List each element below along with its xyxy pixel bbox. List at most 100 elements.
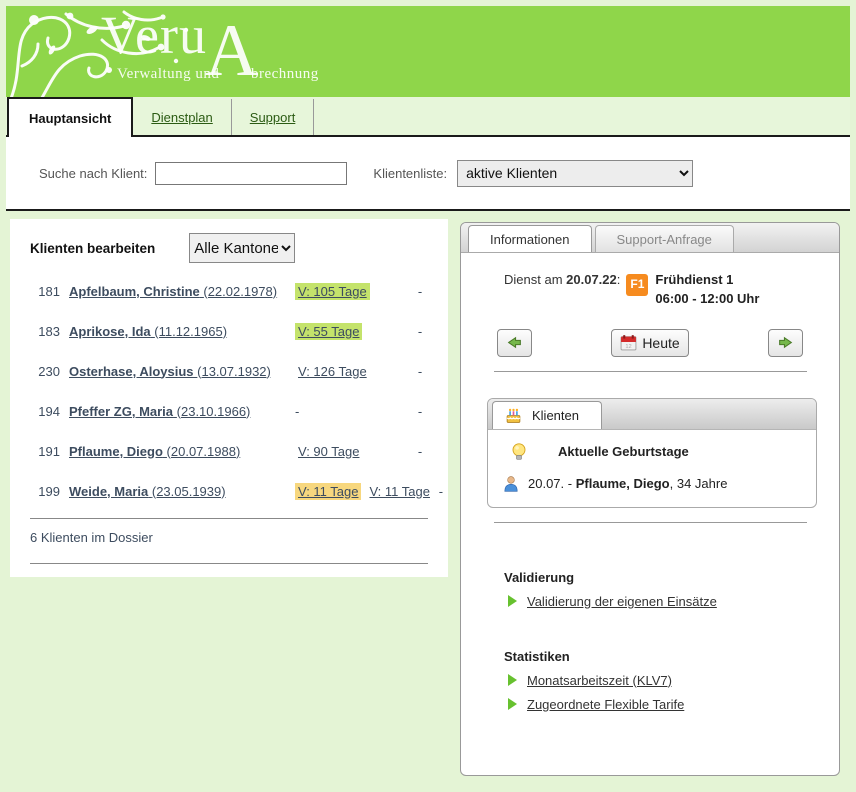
info-panel: InformationenSupport-Anfrage Dienst am 2…: [460, 222, 840, 776]
client-row: 194 Pfeffer ZG, Maria (23.10.1966) - -: [30, 391, 428, 431]
date-nav-row: 12 Heute: [461, 329, 839, 357]
birthday-entry: 20.07. - Pflaume, Diego, 34 Jahre: [528, 476, 727, 491]
tab-link[interactable]: Support: [250, 110, 296, 125]
client-name-link[interactable]: Pfeffer ZG, Maria (23.10.1966): [69, 404, 250, 419]
client-badges: -: [295, 404, 412, 419]
clients-panel-header: Klienten bearbeiten Alle Kantone: [30, 233, 428, 263]
tab-link[interactable]: Dienstplan: [151, 110, 212, 125]
duty-date: 20.07.22: [566, 272, 617, 287]
klienten-box: Klienten Aktuelle Geburtstage: [487, 398, 817, 508]
info-tabbar: InformationenSupport-Anfrage: [461, 223, 839, 253]
client-row: 191 Pflaume, Diego (20.07.1988) V: 90 Ta…: [30, 431, 428, 471]
logo-text-veru: Veru: [101, 6, 207, 66]
triangle-right-icon: [508, 698, 517, 710]
tab-hauptansicht[interactable]: Hauptansicht: [7, 97, 133, 137]
client-name-link[interactable]: Pflaume, Diego (20.07.1988): [69, 444, 240, 459]
client-badges: V: 105 Tage: [295, 283, 412, 300]
verua-logo: Veru A Verwaltung und brechnung: [101, 6, 521, 97]
section-link-row: Zugeordnete Flexible Tarife: [504, 697, 839, 712]
client-dash: -: [412, 404, 428, 419]
birthday-entry-name: Pflaume, Diego: [576, 476, 670, 491]
client-id: 230: [30, 364, 60, 379]
client-name-link[interactable]: Apfelbaum, Christine (22.02.1978): [69, 284, 277, 299]
today-button-label: Heute: [642, 335, 679, 351]
birthday-cake-icon: [505, 407, 522, 424]
info-tab-informationen[interactable]: Informationen: [468, 225, 592, 252]
client-list-label: Klientenliste:: [373, 166, 447, 181]
app-header: Veru A Verwaltung und brechnung: [6, 6, 850, 97]
client-row: 183 Aprikose, Ida (11.12.1965) V: 55 Tag…: [30, 311, 428, 351]
tab-dienstplan[interactable]: Dienstplan: [133, 99, 231, 135]
main-tabbar: Hauptansicht Dienstplan Support: [6, 97, 850, 137]
link-sections: Validierung Validierung der eigenen Einsä…: [461, 570, 839, 712]
info-tab-support-anfrage[interactable]: Support-Anfrage: [595, 225, 734, 252]
vacation-days-link[interactable]: V: 11 Tage: [295, 483, 361, 500]
no-vacation-placeholder: -: [295, 404, 299, 419]
shift-badge: F1: [626, 274, 648, 296]
next-day-button[interactable]: [768, 329, 803, 357]
client-rows: 181 Apfelbaum, Christine (22.02.1978) V:…: [30, 271, 428, 511]
section-link[interactable]: Monatsarbeitszeit (KLV7): [527, 673, 672, 688]
client-name-link[interactable]: Weide, Maria (23.05.1939): [69, 484, 226, 499]
logo-subtitle-left: Verwaltung und: [117, 66, 219, 83]
shift-time: 06:00 - 12:00 Uhr: [655, 290, 759, 309]
klienten-box-body: Aktuelle Geburtstage 20.07. - Pflaume, D…: [488, 430, 816, 507]
vacation-days-link[interactable]: V: 55 Tage: [295, 323, 362, 340]
vacation-days-link[interactable]: V: 126 Tage: [295, 363, 370, 380]
main-area: Klienten bearbeiten Alle Kantone 181 Apf…: [6, 211, 850, 786]
section-link-row: Validierung der eigenen Einsätze: [504, 594, 839, 609]
client-dash: -: [412, 324, 428, 339]
client-name: Aprikose, Ida (11.12.1965): [69, 324, 295, 339]
client-badges: V: 90 Tage: [295, 443, 412, 460]
duty-label: Dienst am 20.07.22:: [504, 271, 620, 290]
person-icon: [502, 475, 520, 493]
shift-info: Frühdienst 1 06:00 - 12:00 Uhr: [655, 271, 759, 309]
triangle-right-icon: [508, 674, 517, 686]
client-badges: V: 11 Tage V: 11 Tage: [295, 483, 433, 500]
klienten-box-tab-label: Klienten: [532, 408, 579, 423]
client-id: 183: [30, 324, 60, 339]
divider: [494, 371, 807, 372]
section-link-row: Monatsarbeitszeit (KLV7): [504, 673, 839, 688]
today-button[interactable]: 12 Heute: [611, 329, 688, 357]
search-label: Suche nach Klient:: [39, 166, 147, 181]
client-name-link[interactable]: Osterhase, Aloysius (13.07.1932): [69, 364, 271, 379]
duty-line: Dienst am 20.07.22: F1 Frühdienst 1 06:0…: [504, 271, 839, 309]
section-title: Validierung: [504, 570, 839, 585]
client-badges: V: 126 Tage: [295, 363, 412, 380]
vacation-days-link[interactable]: V: 90 Tage: [295, 443, 362, 460]
client-list-select[interactable]: aktive Klienten: [457, 160, 693, 187]
section-title: Statistiken: [504, 649, 839, 664]
birthday-title-row: Aktuelle Geburtstage: [500, 442, 804, 462]
client-count-label: 6 Klienten im Dossier: [30, 519, 428, 556]
clients-panel-title: Klienten bearbeiten: [30, 241, 155, 256]
canton-select[interactable]: Alle Kantone: [189, 233, 295, 263]
search-panel: Suche nach Klient: Klientenliste: aktive…: [6, 137, 850, 211]
light-bulb-icon: [510, 442, 528, 462]
client-dash: -: [412, 444, 428, 459]
logo-subtitle-right: brechnung: [251, 66, 319, 83]
client-id: 199: [30, 484, 60, 499]
calendar-icon: 12: [620, 334, 637, 351]
shift-name: Frühdienst 1: [655, 271, 759, 290]
divider: [494, 522, 807, 523]
client-name: Apfelbaum, Christine (22.02.1978): [69, 284, 295, 299]
client-name-link[interactable]: Aprikose, Ida (11.12.1965): [69, 324, 227, 339]
client-name: Pfeffer ZG, Maria (23.10.1966): [69, 404, 295, 419]
vacation-days-link[interactable]: V: 105 Tage: [295, 283, 370, 300]
prev-day-button[interactable]: [497, 329, 532, 357]
klienten-box-tab[interactable]: Klienten: [492, 401, 602, 429]
client-dash: -: [412, 284, 428, 299]
tab-support[interactable]: Support: [232, 99, 315, 135]
birthday-entry-row: 20.07. - Pflaume, Diego, 34 Jahre: [500, 475, 804, 493]
divider: [30, 563, 428, 564]
client-name: Osterhase, Aloysius (13.07.1932): [69, 364, 295, 379]
section-link[interactable]: Validierung der eigenen Einsätze: [527, 594, 717, 609]
client-id: 194: [30, 404, 60, 419]
client-name: Weide, Maria (23.05.1939): [69, 484, 295, 499]
client-row: 199 Weide, Maria (23.05.1939) V: 11 Tage…: [30, 471, 428, 511]
client-search-input[interactable]: [155, 162, 347, 185]
client-dash: -: [412, 364, 428, 379]
vacation-days-link[interactable]: V: 11 Tage: [366, 483, 432, 500]
section-link[interactable]: Zugeordnete Flexible Tarife: [527, 697, 684, 712]
